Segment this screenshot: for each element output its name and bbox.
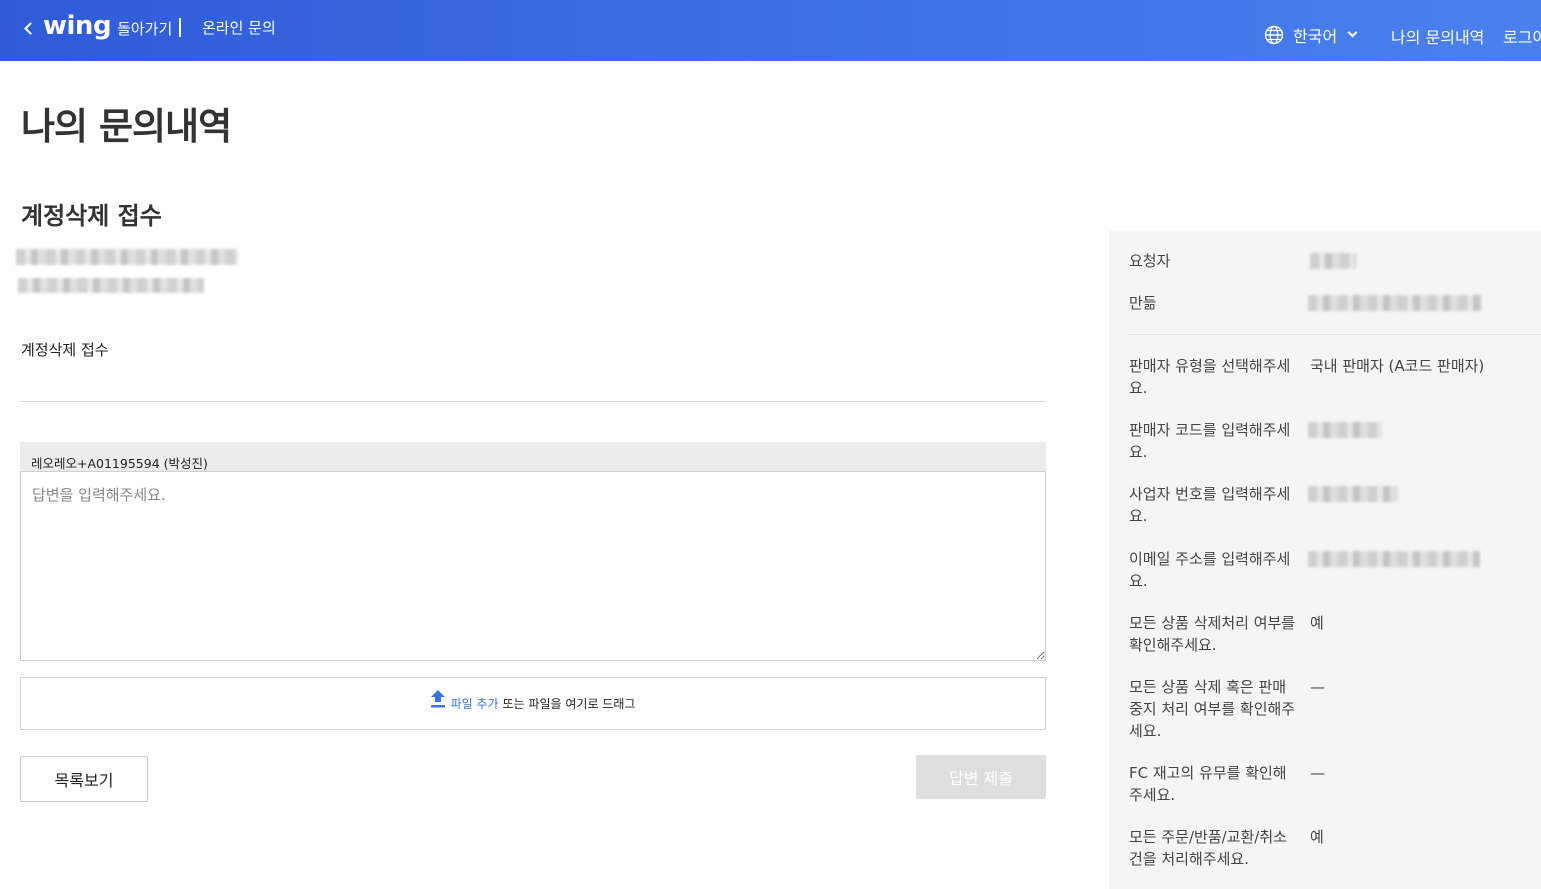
redacted-seller-code	[1308, 422, 1382, 438]
field-label: 사업자 번호를 입력해주세요.	[1129, 485, 1291, 525]
chevron-down-icon	[1347, 27, 1358, 37]
created-label: 만듦	[1129, 294, 1157, 312]
list-button[interactable]: 목록보기	[20, 756, 148, 802]
redacted-meta-line-2	[18, 278, 204, 293]
field-label: 모든 상품 삭제처리 여부를 확인해주세요.	[1129, 614, 1296, 654]
field-value: 국내 판매자 (A코드 판매자)	[1310, 357, 1485, 375]
field-value: —	[1310, 678, 1325, 696]
file-drop-zone[interactable]: 파일 추가 또는 파일을 여기로 드래그	[20, 677, 1046, 730]
redacted-business-number	[1308, 486, 1398, 502]
upload-hint: 또는 파일을 여기로 드래그	[502, 697, 636, 711]
field-label: 모든 상품 삭제 혹은 판매중지 처리 여부를 확인해주세요.	[1129, 678, 1296, 740]
redacted-meta-line-1	[16, 249, 238, 265]
upload-icon	[430, 689, 445, 707]
header-title: 온라인 문의	[202, 19, 276, 37]
globe-icon	[1264, 25, 1284, 45]
page-title: 나의 문의내역	[21, 105, 232, 148]
reply-box: 레오레오+A01195594 (박성진)	[20, 442, 1046, 661]
wing-logo: wing	[43, 11, 112, 41]
field-value: 예	[1310, 614, 1324, 632]
redacted-created	[1308, 295, 1482, 311]
field-label: 모든 주문/반품/교환/취소건을 처리해주세요.	[1129, 828, 1287, 868]
divider	[20, 401, 1046, 402]
field-value: —	[1310, 764, 1325, 782]
field-value: 예	[1310, 828, 1324, 846]
language-selector[interactable]: 한국어	[1264, 23, 1358, 47]
add-file-link[interactable]: 파일 추가	[451, 695, 499, 712]
nav-logout[interactable]: 로그아웃	[1503, 24, 1541, 48]
submit-reply-button[interactable]: 답변 제출	[916, 755, 1046, 799]
panel-divider	[1129, 334, 1541, 335]
details-panel: 요청자 만듦 판매자 유형을 선택해주세요. 국내 판매자 (A코드 판매자) …	[1109, 231, 1541, 889]
header-divider	[179, 18, 181, 37]
inquiry-title: 계정삭제 접수	[21, 202, 162, 230]
nav-my-inquiries[interactable]: 나의 문의내역	[1391, 24, 1484, 48]
chevron-left-icon	[24, 21, 37, 35]
reply-author: 레오레오+A01195594 (박성진)	[20, 442, 1046, 471]
redacted-requester	[1310, 253, 1356, 269]
top-navigation-bar: wing 돌아가기 온라인 문의 한국어 나의 문의내역 로그아웃	[0, 0, 1541, 61]
back-link[interactable]: wing 돌아가기	[24, 11, 173, 44]
field-label: 판매자 유형을 선택해주세요.	[1129, 357, 1291, 397]
language-label: 한국어	[1293, 27, 1338, 46]
field-label: FC 재고의 유무를 확인해주세요.	[1129, 764, 1287, 804]
back-label: 돌아가기	[117, 19, 173, 38]
field-label: 이메일 주소를 입력해주세요.	[1129, 550, 1291, 590]
reply-textarea[interactable]	[20, 471, 1046, 661]
inquiry-body: 계정삭제 접수	[21, 341, 109, 359]
redacted-email	[1308, 551, 1480, 567]
field-label: 판매자 코드를 입력해주세요.	[1129, 421, 1291, 461]
requester-label: 요청자	[1129, 252, 1171, 270]
